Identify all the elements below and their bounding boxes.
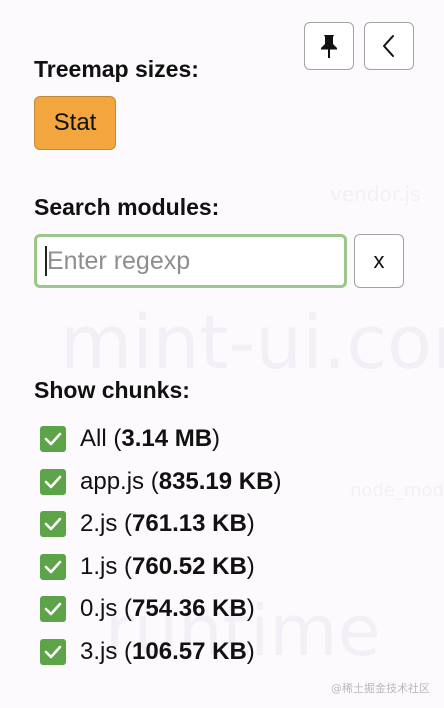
checkmark-icon	[44, 602, 62, 616]
chevron-left-icon	[383, 35, 394, 57]
chunk-item-2-js[interactable]: 2.js (761.13 KB)	[40, 503, 281, 546]
chunk-size: 760.52 KB	[132, 552, 247, 580]
background-treemap-label: vendor.js	[330, 182, 421, 206]
sidebar-toolbar	[304, 22, 414, 70]
chunk-item-all[interactable]: All (3.14 MB)	[40, 418, 281, 461]
sidebar-panel: mint-ui.com runtime vendor.js node_modul…	[0, 0, 444, 708]
chunk-size: 761.13 KB	[132, 510, 247, 538]
background-treemap-label: node_modules	[350, 480, 444, 501]
chunk-size: 754.36 KB	[132, 595, 247, 623]
chunk-name: 2.js	[80, 510, 118, 538]
stat-size-button[interactable]: Stat	[34, 96, 116, 150]
chunk-item-1-js[interactable]: 1.js (760.52 KB)	[40, 546, 281, 589]
chunk-item-3-js[interactable]: 3.js (106.57 KB)	[40, 631, 281, 674]
chunk-item-0-js[interactable]: 0.js (754.36 KB)	[40, 588, 281, 631]
chunk-name: 1.js	[80, 552, 118, 580]
pushpin-icon	[321, 35, 337, 58]
checkmark-icon	[44, 475, 62, 489]
chunk-checkbox[interactable]	[40, 596, 66, 623]
search-input[interactable]	[34, 234, 347, 288]
chunk-checkbox[interactable]	[40, 468, 66, 495]
clear-search-button[interactable]: x	[354, 234, 404, 288]
checkmark-icon	[44, 517, 62, 531]
checkmark-icon	[44, 432, 62, 446]
chunk-item-app-js[interactable]: app.js (835.19 KB)	[40, 461, 281, 504]
watermark: @稀土掘金技术社区	[331, 682, 430, 695]
chunk-size: 3.14 MB	[121, 425, 213, 453]
chunk-name: 0.js	[80, 595, 118, 623]
collapse-sidebar-button[interactable]	[364, 22, 414, 70]
text-caret	[45, 246, 47, 276]
search-modules-heading: Search modules:	[34, 194, 220, 220]
treemap-sizes-heading: Treemap sizes:	[34, 56, 199, 82]
chunk-name: All	[80, 425, 107, 453]
chunk-checkbox[interactable]	[40, 638, 66, 665]
checkmark-icon	[44, 645, 62, 659]
chunk-list: All (3.14 MB) app.js (835.19 KB) 2.js (7…	[40, 418, 281, 673]
chunk-size: 835.19 KB	[158, 467, 274, 495]
chunk-checkbox[interactable]	[40, 426, 66, 453]
chunk-name: 3.js	[80, 637, 118, 665]
chunk-checkbox[interactable]	[40, 511, 66, 538]
pin-sidebar-button[interactable]	[304, 22, 354, 70]
checkmark-icon	[44, 560, 62, 574]
show-chunks-heading: Show chunks:	[34, 377, 190, 403]
chunk-name: app.js	[80, 467, 145, 495]
chunk-checkbox[interactable]	[40, 553, 66, 580]
background-treemap-label: mint-ui.com	[60, 300, 444, 386]
chunk-size: 106.57 KB	[132, 637, 247, 665]
